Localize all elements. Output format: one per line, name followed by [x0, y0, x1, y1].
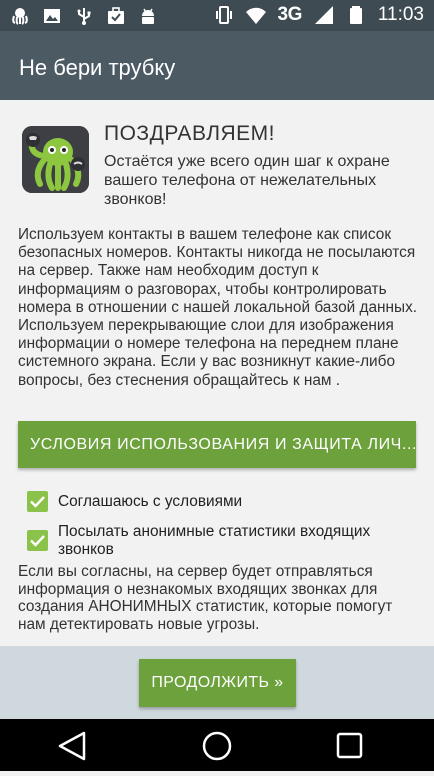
- network-type: 3G: [277, 4, 303, 25]
- system-icons: 3G 11:03: [214, 4, 424, 26]
- anonymous-stats-label: Посылать анонимные статистики входящих з…: [58, 523, 371, 558]
- terms-privacy-button[interactable]: УСЛОВИЯ ИСПОЛЬЗОВАНИЯ И ЗАЩИТА ЛИЧ...: [18, 421, 416, 468]
- app-title: Не бери трубку: [19, 55, 176, 80]
- congrats-subtitle: Остаётся уже всего один шаг к охране ваш…: [104, 153, 390, 208]
- anonymous-stats-checkbox[interactable]: [27, 530, 48, 551]
- agree-terms-label: Соглашаюсь с условиями: [58, 493, 243, 510]
- vibrate-icon: [215, 6, 232, 24]
- agree-terms-checkbox[interactable]: [27, 491, 48, 512]
- back-icon[interactable]: [32, 719, 112, 771]
- usb-icon: [77, 8, 91, 25]
- app-bar: Не бери трубку: [0, 31, 434, 100]
- clock: 11:03: [377, 4, 424, 25]
- congrats-title: ПОЗДРАВЛЯЕМ!: [104, 122, 275, 145]
- onboarding-content: ПОЗДРАВЛЯЕМ! Остаётся уже всего один шаг…: [0, 100, 434, 646]
- recents-icon[interactable]: [309, 719, 389, 771]
- anonymous-stats-notice: Если вы согласны, на сервер будет отправ…: [18, 563, 393, 633]
- notification-icons: [10, 6, 158, 26]
- briefcase-check-icon: [108, 7, 124, 24]
- app-logo-icon: [22, 126, 89, 193]
- footer-bar: ПРОДОЛЖИТЬ »: [0, 646, 434, 719]
- battery-icon: [349, 6, 362, 24]
- android-icon: [142, 8, 154, 24]
- home-icon[interactable]: [177, 719, 257, 771]
- continue-button[interactable]: ПРОДОЛЖИТЬ »: [139, 659, 296, 707]
- system-nav-bar: [0, 719, 434, 771]
- image-icon: [44, 9, 60, 23]
- status-bar: 3G 11:03: [0, 0, 434, 31]
- check-icon: [30, 496, 45, 508]
- octopus-icon: [12, 8, 28, 25]
- signal-icon: [314, 6, 333, 24]
- check-icon: [30, 535, 45, 547]
- permissions-description: Используем контакты в вашем телефоне как…: [18, 226, 418, 389]
- wifi-icon: [245, 7, 266, 25]
